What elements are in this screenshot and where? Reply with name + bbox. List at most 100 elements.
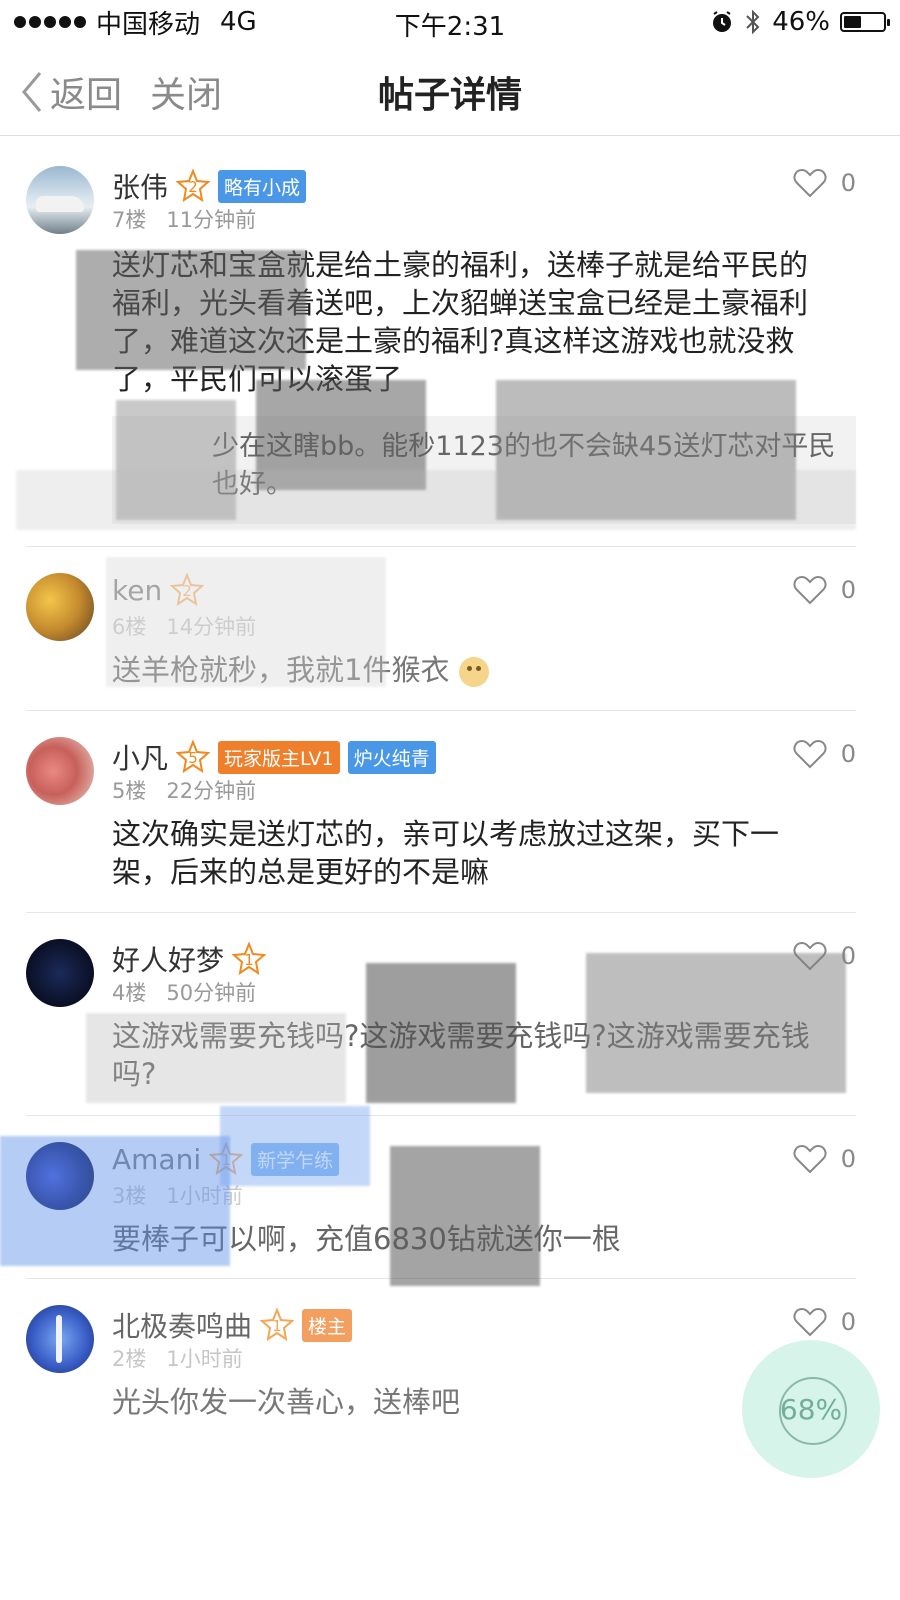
level-star-icon: 1 — [259, 1307, 295, 1342]
username[interactable]: ken — [112, 574, 162, 607]
avatar[interactable] — [26, 939, 94, 1007]
like-button[interactable]: 0 — [793, 739, 856, 769]
clock: 下午2:31 — [394, 12, 506, 42]
floor-number: 6楼 — [112, 615, 147, 639]
worried-face-emoji-icon — [458, 657, 489, 687]
like-count: 0 — [840, 1308, 856, 1336]
username[interactable]: 北极奏鸣曲 — [112, 1305, 252, 1345]
thread-author-badge: 楼主 — [302, 1308, 353, 1342]
comment-text: 这次确实是送灯芯的，亲可以考虑放过这架，买下一架，后来的总是更好的不是嘛 — [112, 817, 780, 889]
heart-icon — [793, 1307, 827, 1337]
username[interactable]: 张伟 — [112, 166, 168, 206]
rank-badge: 炉火纯青 — [347, 740, 436, 774]
user-line: 好人好梦 1 — [112, 939, 267, 979]
like-count: 0 — [840, 1145, 856, 1173]
level-star-icon: 2 — [169, 572, 205, 607]
battery-percent: 46% — [772, 7, 830, 37]
status-bar: 中国移动 4G 下午2:31 46% — [0, 0, 900, 44]
avatar[interactable] — [26, 573, 94, 641]
comment-text: 这游戏需要充钱吗?这游戏需要充钱吗?这游戏需要充钱吗? — [112, 1019, 810, 1091]
username[interactable]: Amani — [112, 1143, 201, 1176]
avatar[interactable] — [26, 1142, 94, 1210]
username[interactable]: 小凡 — [112, 737, 168, 777]
comment-text: 送羊枪就秒，我就1件猴衣 — [112, 651, 832, 689]
heart-icon — [793, 168, 827, 198]
like-count: 0 — [840, 576, 856, 604]
comment-item: Amani 1 新学乍练 3楼 1小时前 0 要棒子可以啊，充值6830钻就送你一… — [0, 1106, 856, 1286]
user-line: ken 2 — [112, 572, 205, 607]
comment-list: 张伟 2 略有小成 7楼 11分钟前 0 送灯芯和宝盒就是给土豪的福利，送棒子就是… — [0, 140, 900, 1459]
heart-icon — [793, 575, 827, 605]
floor-number: 3楼 — [112, 1184, 147, 1208]
level-star-icon: 5 — [175, 739, 211, 774]
like-button[interactable]: 0 — [793, 575, 856, 605]
carrier-name: 中国移动 — [96, 9, 201, 40]
alarm-icon — [713, 11, 732, 32]
post-time: 50分钟前 — [166, 981, 257, 1005]
signal-strength-icon — [14, 16, 86, 28]
level-star-icon: 1 — [231, 941, 267, 976]
heart-icon — [793, 941, 827, 971]
level-number: 1 — [272, 1317, 282, 1335]
rank-badge: 新学乍练 — [251, 1142, 340, 1176]
post-meta: 3楼 1小时前 — [112, 1180, 243, 1210]
avatar[interactable] — [26, 1305, 94, 1373]
like-button[interactable]: 0 — [793, 941, 856, 971]
post-meta: 2楼 1小时前 — [112, 1343, 243, 1373]
avatar[interactable] — [26, 737, 94, 805]
like-button[interactable]: 0 — [793, 168, 856, 198]
like-button[interactable]: 0 — [793, 1307, 856, 1337]
battery-icon — [840, 12, 890, 32]
post-time: 11分钟前 — [166, 208, 257, 232]
bluetooth-icon — [746, 9, 760, 35]
like-count: 0 — [840, 740, 856, 768]
username[interactable]: 好人好梦 — [112, 939, 224, 979]
floating-progress-button[interactable]: 68% — [742, 1340, 880, 1478]
user-line: 张伟 2 略有小成 — [112, 166, 307, 206]
post-time: 1小时前 — [166, 1347, 243, 1371]
user-line: 小凡 5 玩家版主LV1 炉火纯青 — [112, 737, 436, 777]
level-number: 1 — [221, 1151, 231, 1169]
comment-text-body: 送羊枪就秒，我就1件猴衣 — [112, 653, 450, 687]
floor-number: 2楼 — [112, 1347, 147, 1371]
floor-number: 7楼 — [112, 208, 147, 232]
post-meta: 7楼 11分钟前 — [112, 204, 256, 234]
status-left: 中国移动 4G — [14, 4, 257, 41]
level-number: 5 — [188, 749, 198, 767]
like-count: 0 — [840, 942, 856, 970]
network-type: 4G — [220, 7, 257, 37]
heart-icon — [793, 1144, 827, 1174]
comment-text: 要棒子可以啊，充值6830钻就送你一根 — [112, 1222, 621, 1256]
post-time: 14分钟前 — [166, 615, 257, 639]
avatar[interactable] — [26, 166, 94, 234]
user-line: Amani 1 新学乍练 — [112, 1141, 340, 1176]
level-star-icon: 1 — [208, 1141, 244, 1176]
comment-text: 光头你发一次善心，送棒吧 — [112, 1385, 461, 1419]
user-line: 北极奏鸣曲 1 楼主 — [112, 1305, 353, 1345]
comment-item: 北极奏鸣曲 1 楼主 2楼 1小时前 0 光头你发一次善心，送棒吧 — [26, 1279, 856, 1459]
post-meta: 5楼 22分钟前 — [112, 775, 256, 805]
comment-item: 张伟 2 略有小成 7楼 11分钟前 0 送灯芯和宝盒就是给土豪的福利，送棒子就是… — [16, 140, 856, 547]
quoted-reply: 少在这瞎bb。能秒1123的也不会缺45送灯芯对平民也好。 — [112, 416, 856, 524]
status-right: 46% — [710, 7, 890, 37]
floor-number: 5楼 — [112, 779, 147, 803]
level-number: 2 — [188, 178, 198, 196]
rank-badge: 略有小成 — [218, 169, 307, 203]
level-star-icon: 2 — [175, 168, 211, 203]
comment-item: ken 2 6楼 14分钟前 0 送羊枪就秒，我就1件猴衣 — [26, 547, 856, 711]
comment-item: 小凡 5 玩家版主LV1 炉火纯青 5楼 22分钟前 0 这次确实是送灯芯的，亲可… — [26, 711, 856, 913]
comment-text: 送灯芯和宝盒就是给土豪的福利，送棒子就是给平民的福利，光头看着送吧，上次貂蝉送宝… — [112, 248, 809, 396]
heart-icon — [793, 739, 827, 769]
page-title: 帖子详情 — [377, 75, 522, 116]
level-number: 1 — [244, 951, 254, 969]
level-number: 2 — [182, 582, 192, 600]
post-time: 1小时前 — [166, 1184, 243, 1208]
navigation-bar: 返回 关闭 帖子详情 — [0, 44, 900, 136]
like-button[interactable]: 0 — [793, 1144, 856, 1174]
post-meta: 4楼 50分钟前 — [112, 977, 256, 1007]
comment-item: 好人好梦 1 4楼 50分钟前 0 这游戏需要充钱吗?这游戏需要充钱吗?这游戏需要… — [26, 913, 856, 1116]
post-meta: 6楼 14分钟前 — [112, 611, 256, 641]
like-count: 0 — [840, 169, 856, 197]
floor-number: 4楼 — [112, 981, 147, 1005]
progress-label: 68% — [779, 1392, 843, 1426]
